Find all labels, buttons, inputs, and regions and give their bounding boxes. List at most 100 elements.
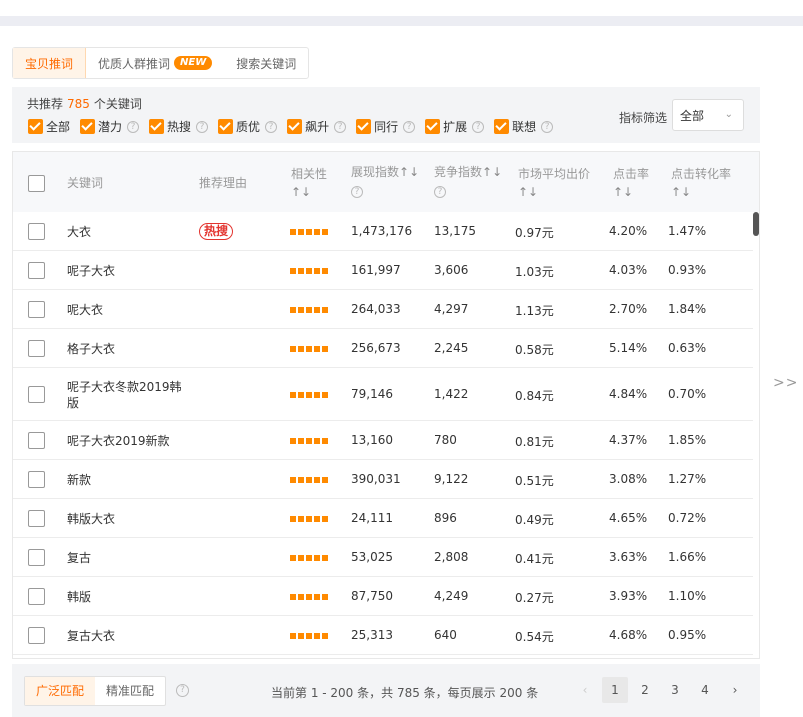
filter-chip[interactable]: 热搜? bbox=[149, 118, 209, 135]
row-checkbox[interactable] bbox=[28, 587, 45, 605]
help-icon[interactable]: ? bbox=[196, 120, 209, 133]
prev-page-button[interactable]: ‹ bbox=[572, 677, 598, 703]
cvr-cell: 1.66% bbox=[668, 549, 707, 564]
col-ctr[interactable]: 点击率 ↑↓ bbox=[613, 165, 649, 201]
row-checkbox[interactable] bbox=[28, 300, 45, 318]
page-4-button[interactable]: 4 bbox=[692, 677, 718, 703]
recommend-tabs: 宝贝推词 优质人群推词 NEW 搜索关键词 bbox=[12, 47, 310, 79]
col-competition[interactable]: 竞争指数↑↓? bbox=[434, 163, 502, 199]
metric-filter-select[interactable]: 全部 ⌄ bbox=[672, 99, 744, 131]
table-row[interactable]: 复古 53,025 2,808 0.41元 3.63% 1.66% bbox=[13, 538, 753, 577]
checkbox-checked-icon[interactable] bbox=[356, 119, 372, 134]
cvr-cell: 0.70% bbox=[668, 386, 707, 401]
table-row[interactable]: 格子大衣 256,673 2,245 0.58元 5.14% 0.63% bbox=[13, 329, 753, 368]
broad-match-tab[interactable]: 广泛匹配 bbox=[25, 677, 96, 705]
table-row[interactable]: 大衣 热搜 1,473,176 13,175 0.97元 4.20% 1.47% bbox=[13, 212, 753, 251]
sort-icon[interactable]: ↑↓ bbox=[291, 185, 311, 199]
help-icon[interactable]: ? bbox=[265, 120, 278, 133]
row-checkbox[interactable] bbox=[28, 548, 45, 566]
cvr-cell: 1.85% bbox=[668, 432, 707, 447]
col-avg-bid[interactable]: 市场平均出价 ↑↓ bbox=[518, 165, 590, 201]
relevance-stars bbox=[290, 391, 330, 398]
table-row[interactable]: 呢子大衣2019新款 13,160 780 0.81元 4.37% 1.85% bbox=[13, 421, 753, 460]
help-icon[interactable]: ? bbox=[403, 120, 416, 133]
checkbox-checked-icon[interactable] bbox=[218, 119, 234, 134]
col-reason: 推荐理由 bbox=[199, 176, 248, 190]
col-keyword: 关键词 bbox=[67, 176, 104, 190]
page-1-button[interactable]: 1 bbox=[602, 677, 628, 703]
tab-search-keywords[interactable]: 搜索关键词 bbox=[224, 48, 308, 78]
checkbox-checked-icon[interactable] bbox=[80, 119, 96, 134]
col-relevance[interactable]: 相关性 ↑↓ bbox=[291, 165, 327, 201]
filter-chip[interactable]: 飙升? bbox=[287, 118, 347, 135]
table-row[interactable]: 韩版大衣 24,111 896 0.49元 4.65% 0.72% bbox=[13, 499, 753, 538]
page-2-button[interactable]: 2 bbox=[632, 677, 658, 703]
sort-icon[interactable]: ↑↓ bbox=[482, 165, 502, 179]
filter-chip[interactable]: 质优? bbox=[218, 118, 278, 135]
sort-icon[interactable]: ↑↓ bbox=[613, 185, 633, 199]
competition-cell: 4,249 bbox=[434, 588, 469, 603]
expand-arrow[interactable]: >> bbox=[773, 375, 798, 391]
relevance-square-icon bbox=[298, 306, 304, 313]
page-3-button[interactable]: 3 bbox=[662, 677, 688, 703]
help-icon[interactable]: ? bbox=[127, 120, 140, 133]
exact-match-tab[interactable]: 精准匹配 bbox=[95, 677, 165, 705]
relevance-square-icon bbox=[314, 267, 320, 274]
ctr-cell: 5.14% bbox=[609, 340, 648, 355]
tab-item-keywords[interactable]: 宝贝推词 bbox=[13, 48, 87, 78]
table-row[interactable]: 呢子大衣 161,997 3,606 1.03元 4.03% 0.93% bbox=[13, 251, 753, 290]
help-icon[interactable]: ? bbox=[472, 120, 485, 133]
row-checkbox[interactable] bbox=[28, 385, 45, 403]
sort-icon[interactable]: ↑↓ bbox=[518, 185, 538, 199]
row-checkbox[interactable] bbox=[28, 626, 45, 644]
row-checkbox[interactable] bbox=[28, 261, 45, 279]
table-row[interactable]: 新款 390,031 9,122 0.51元 3.08% 1.27% bbox=[13, 460, 753, 499]
select-all-checkbox[interactable] bbox=[28, 175, 45, 192]
scrollbar-thumb[interactable] bbox=[753, 212, 759, 236]
relevance-stars bbox=[290, 228, 330, 235]
cvr-cell: 1.84% bbox=[668, 301, 707, 316]
table-row[interactable]: 韩版 87,750 4,249 0.27元 3.93% 1.10% bbox=[13, 577, 753, 616]
table-row[interactable]: 呢大衣 264,033 4,297 1.13元 2.70% 1.84% bbox=[13, 290, 753, 329]
row-checkbox[interactable] bbox=[28, 431, 45, 449]
table-row[interactable]: 复古大衣 25,313 640 0.54元 4.68% 0.95% bbox=[13, 616, 753, 655]
row-checkbox[interactable] bbox=[28, 222, 45, 240]
help-icon[interactable]: ? bbox=[176, 684, 189, 697]
bid-cell: 0.97元 bbox=[515, 225, 554, 240]
help-icon[interactable]: ? bbox=[351, 186, 363, 198]
filter-chip[interactable]: 扩展? bbox=[425, 118, 485, 135]
col-cvr[interactable]: 点击转化率 ↑↓ bbox=[671, 165, 731, 201]
checkbox-checked-icon[interactable] bbox=[287, 119, 303, 134]
row-checkbox[interactable] bbox=[28, 470, 45, 488]
checkbox-checked-icon[interactable] bbox=[494, 119, 510, 134]
checkbox-checked-icon[interactable] bbox=[425, 119, 441, 134]
table-row[interactable]: 呢子大衣冬款2019韩版 79,146 1,422 0.84元 4.84% 0.70% bbox=[13, 368, 753, 421]
filter-chip[interactable]: 潜力? bbox=[80, 118, 140, 135]
help-icon[interactable]: ? bbox=[434, 186, 446, 198]
help-icon[interactable]: ? bbox=[541, 120, 554, 133]
tab-label: 优质人群推词 bbox=[98, 56, 171, 71]
tab-crowd-keywords[interactable]: 优质人群推词 NEW bbox=[86, 48, 224, 78]
row-checkbox[interactable] bbox=[28, 509, 45, 527]
relevance-square-icon bbox=[290, 345, 296, 352]
ctr-cell: 3.08% bbox=[609, 471, 648, 486]
filter-chip[interactable]: 同行? bbox=[356, 118, 416, 135]
competition-cell: 780 bbox=[434, 432, 457, 447]
col-impression[interactable]: 展现指数↑↓? bbox=[351, 163, 419, 199]
filter-chip[interactable]: 全部 bbox=[28, 118, 70, 135]
relevance-stars bbox=[290, 515, 330, 522]
help-icon[interactable]: ? bbox=[334, 120, 347, 133]
next-page-button[interactable]: › bbox=[722, 677, 748, 703]
bid-cell: 0.81元 bbox=[515, 434, 554, 449]
relevance-square-icon bbox=[298, 554, 304, 561]
checkbox-checked-icon[interactable] bbox=[149, 119, 165, 134]
sort-icon[interactable]: ↑↓ bbox=[671, 185, 691, 199]
cvr-cell: 1.47% bbox=[668, 223, 707, 238]
checkbox-checked-icon[interactable] bbox=[28, 119, 43, 134]
row-checkbox[interactable] bbox=[28, 339, 45, 357]
relevance-square-icon bbox=[322, 267, 328, 274]
filter-chip[interactable]: 联想? bbox=[494, 118, 554, 135]
relevance-square-icon bbox=[290, 391, 296, 398]
sort-icon[interactable]: ↑↓ bbox=[399, 165, 419, 179]
keyword-table: 关键词 推荐理由 相关性 ↑↓ 展现指数↑↓? 竞争指数↑↓? 市场平均出价 ↑↓ … bbox=[12, 151, 760, 659]
